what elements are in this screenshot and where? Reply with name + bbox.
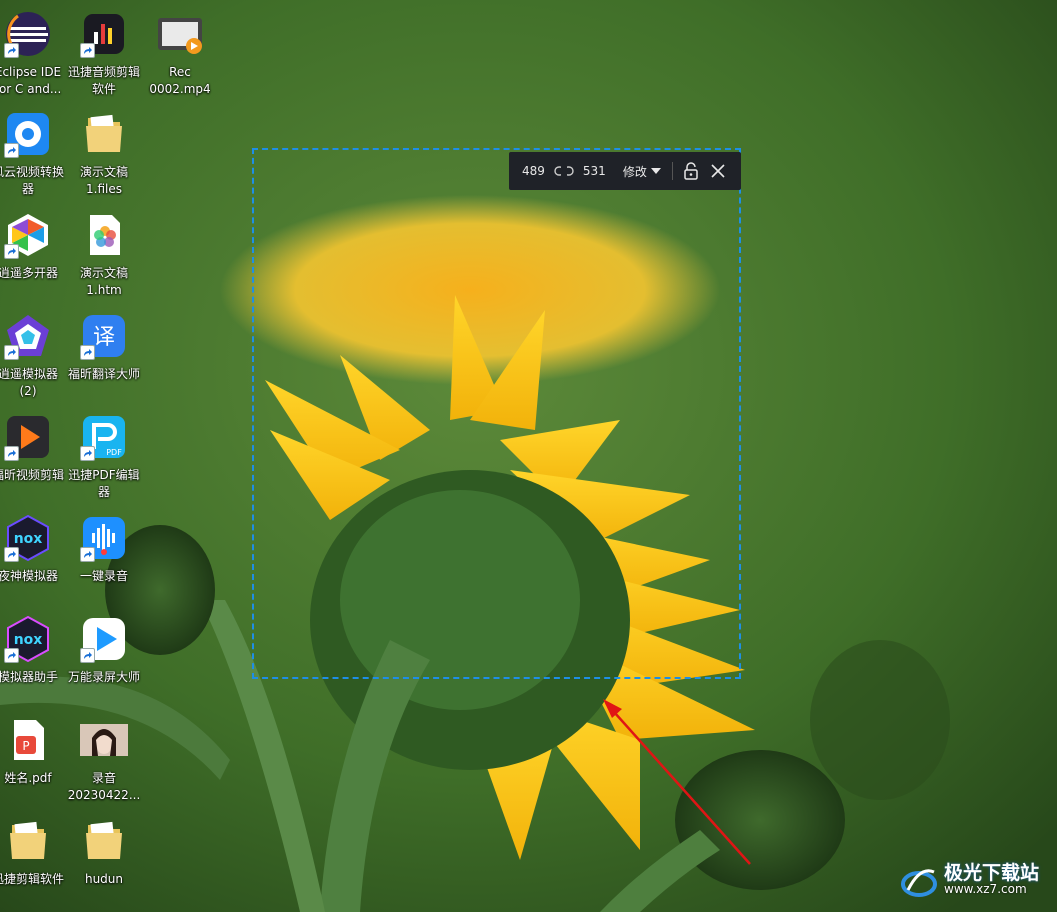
audio-editor-icon	[80, 10, 128, 58]
nox-icon: nox	[4, 514, 52, 562]
desktop-icon-label: 迅捷剪辑软件	[0, 872, 64, 886]
image-thumb-icon	[80, 716, 128, 764]
folder-icon	[4, 817, 52, 865]
translate-icon: 译	[80, 312, 128, 360]
photos-file-icon	[80, 211, 128, 259]
svg-text:P: P	[22, 739, 29, 753]
recorder-icon	[80, 514, 128, 562]
shortcut-arrow-icon	[4, 244, 19, 259]
shortcut-arrow-icon	[4, 648, 19, 663]
desktop-icon-label: 万能录屏大师	[67, 670, 140, 684]
screen-recorder-icon	[80, 615, 128, 663]
desktop-icon-xunjie-audio[interactable]: 迅捷音频剪辑 软件	[62, 4, 146, 100]
desktop-icon-nox[interactable]: nox 夜神模拟器	[0, 508, 70, 604]
width-value[interactable]: 489	[522, 164, 545, 178]
desktop-icon-video-converter[interactable]: 风云视频转换 器	[0, 104, 70, 200]
close-button[interactable]	[711, 164, 725, 178]
desktop-icon-label: 逍遥模拟器 (2)	[0, 367, 58, 398]
desktop-icon-label: 逍遥多开器	[0, 266, 58, 280]
modify-label: 修改	[622, 164, 647, 179]
desktop-icon-label: 一键录音	[79, 569, 128, 583]
desktop-icon-rec-mp4[interactable]: Rec 0002.mp4	[138, 4, 222, 100]
desktop-icon-xunjie-cut[interactable]: 迅捷剪辑软件	[0, 811, 70, 907]
desktop-icon-ppt-htm[interactable]: 演示文稿 1.htm	[62, 205, 146, 301]
unlock-button[interactable]	[683, 162, 699, 180]
caret-down-icon	[650, 168, 661, 174]
height-value[interactable]: 531	[583, 164, 606, 178]
desktop-icon-label: 风云视频转换 器	[0, 165, 64, 196]
desktop-icon-xiaoyao-multi[interactable]: 逍遥多开器	[0, 205, 70, 301]
desktop-icon-label: 模拟器助手	[0, 670, 58, 684]
multi-instance-icon	[4, 211, 52, 259]
desktop-icon-eclipse[interactable]: Eclipse IDE for C and...	[0, 4, 70, 100]
folder-icon	[80, 110, 128, 158]
svg-text:nox: nox	[14, 632, 43, 648]
svg-text:译: 译	[93, 325, 115, 350]
desktop-icon-nox-helper[interactable]: nox 模拟器助手	[0, 609, 70, 705]
link-aspect-icon[interactable]	[554, 165, 574, 177]
desktop-icon-label: 福昕视频剪辑	[0, 468, 64, 482]
aurora-logo-icon	[901, 869, 937, 897]
nox-helper-icon: nox	[4, 615, 52, 663]
screenshot-size-toolbar: 489 531 修改	[509, 152, 741, 190]
svg-text:nox: nox	[14, 531, 43, 547]
desktop-icon-record-20230422[interactable]: 录音 20230422...	[62, 710, 146, 806]
folder-icon	[80, 817, 128, 865]
desktop-icon-label: 福昕翻译大师	[67, 367, 140, 381]
shortcut-arrow-icon	[80, 648, 95, 663]
desktop-icon-label: 迅捷PDF编辑 器	[68, 468, 140, 499]
video-file-icon	[156, 10, 204, 58]
video-converter-icon	[4, 110, 52, 158]
desktop-icon-xiaoyao-emu[interactable]: 逍遥模拟器 (2)	[0, 306, 70, 402]
desktop-icon-ppt-files[interactable]: 演示文稿 1.files	[62, 104, 146, 200]
video-editor-icon	[4, 413, 52, 461]
desktop-icon-fuxin-video[interactable]: 福昕视频剪辑	[0, 407, 70, 503]
shortcut-arrow-icon	[4, 345, 19, 360]
shortcut-arrow-icon	[80, 547, 95, 562]
watermark-url: www.xz7.com	[944, 882, 1027, 896]
unlock-icon	[684, 162, 698, 180]
desktop-icon-name-pdf[interactable]: P 姓名.pdf	[0, 710, 70, 806]
desktop-icon-label: 录音 20230422...	[67, 771, 141, 802]
desktop-icon-wanneng-rec[interactable]: 万能录屏大师	[62, 609, 146, 705]
desktop-icon-hudun[interactable]: hudun	[62, 811, 146, 907]
pdf-editor-icon: PDF	[80, 413, 128, 461]
desktop-icon-label: Rec 0002.mp4	[149, 65, 211, 96]
shortcut-arrow-icon	[80, 446, 95, 461]
desktop-icon-label: 夜神模拟器	[0, 569, 58, 583]
desktop-icon-label: 姓名.pdf	[4, 771, 52, 785]
shortcut-arrow-icon	[4, 43, 19, 58]
site-watermark: 极光下载站 www.xz7.com	[900, 858, 1050, 904]
watermark-title: 极光下载站	[944, 862, 1040, 884]
svg-text:PDF: PDF	[106, 448, 122, 457]
desktop-icon-label: 演示文稿 1.htm	[79, 266, 128, 297]
desktop-icon-fuxin-translate[interactable]: 译福昕翻译大师	[62, 306, 146, 402]
desktop-icon-xunjie-pdf[interactable]: PDF 迅捷PDF编辑 器	[62, 407, 146, 503]
desktop-icon-label: hudun	[84, 872, 124, 886]
close-icon	[711, 164, 725, 178]
desktop-icon-one-key-rec[interactable]: 一键录音	[62, 508, 146, 604]
pdf-file-icon: P	[4, 716, 52, 764]
screenshot-selection-area[interactable]	[252, 148, 741, 679]
shortcut-arrow-icon	[4, 446, 19, 461]
toolbar-divider	[671, 162, 673, 180]
shortcut-arrow-icon	[80, 43, 95, 58]
shortcut-arrow-icon	[4, 143, 19, 158]
eclipse-icon	[4, 10, 52, 58]
shortcut-arrow-icon	[4, 547, 19, 562]
desktop-icon-label: Eclipse IDE for C and...	[0, 65, 62, 96]
modify-dropdown[interactable]: 修改	[623, 163, 662, 180]
desktop-icon-label: 迅捷音频剪辑 软件	[67, 65, 140, 96]
shortcut-arrow-icon	[80, 345, 95, 360]
emulator-icon	[4, 312, 52, 360]
desktop-icon-label: 演示文稿 1.files	[79, 165, 128, 196]
